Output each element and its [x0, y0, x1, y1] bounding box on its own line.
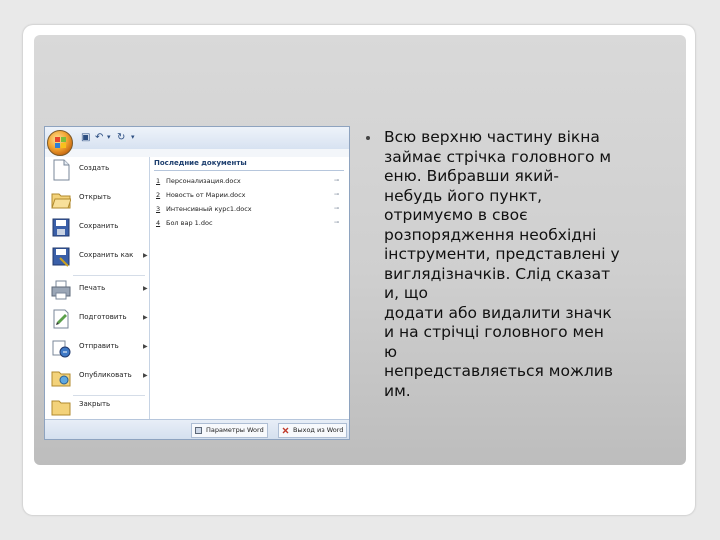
- recent-document-number: 2: [156, 191, 161, 199]
- text-line: непредставляється можлив: [384, 362, 614, 380]
- menu-item-label: Сохранить как: [79, 251, 134, 259]
- menu-item-save-as[interactable]: Сохранить как ▶: [49, 244, 149, 272]
- recent-document-name: Новость от Марии.docx: [166, 191, 246, 199]
- menu-item-label: Создать: [79, 164, 110, 172]
- text-line: ю: [384, 342, 398, 361]
- close-folder-icon: [51, 400, 71, 416]
- word-options-label: Параметры Word: [206, 426, 264, 434]
- menu-item-print[interactable]: Печать ▶: [49, 277, 149, 305]
- submenu-arrow-icon: ▶: [143, 343, 148, 350]
- menu-item-save[interactable]: Сохранить: [49, 215, 149, 243]
- office-logo-icon: [55, 137, 66, 148]
- menu-item-label: Опубликовать: [79, 371, 132, 379]
- save-icon[interactable]: ▣: [81, 132, 92, 143]
- recent-document-name: Интенсивный курс1.docx: [166, 205, 252, 213]
- text-line: Всю верхню частину вікна: [384, 128, 600, 146]
- recent-document-item[interactable]: 1 Персонализация.docx ⊸: [156, 177, 346, 189]
- save-as-icon: [52, 247, 70, 267]
- menu-bottom-bar: Параметры Word Выход из Word: [45, 419, 349, 439]
- recent-document-name: Персонализация.docx: [166, 177, 241, 185]
- save-icon: [52, 218, 70, 237]
- customize-toolbar-icon[interactable]: ▾: [131, 132, 142, 143]
- office-menu-screenshot: ▣ ↶ ▾ ↻ ▾ Создать Открыть Сохранить Сохр…: [44, 126, 350, 440]
- menu-item-label: Подготовить: [79, 313, 127, 321]
- quick-access-toolbar: ▣ ↶ ▾ ↻ ▾: [45, 127, 349, 150]
- text-line: розпорядження необхідні: [384, 225, 597, 244]
- text-line: інструменти, представлені у: [384, 245, 620, 263]
- menu-commands: Создать Открыть Сохранить Сохранить как …: [45, 157, 150, 419]
- submenu-arrow-icon: ▶: [143, 314, 148, 321]
- recent-document-item[interactable]: 3 Интенсивный курс1.docx ⊸: [156, 205, 346, 217]
- pin-icon[interactable]: ⊸: [334, 191, 339, 198]
- text-line: им.: [384, 381, 411, 400]
- menu-item-prepare[interactable]: Подготовить ▶: [49, 306, 149, 334]
- text-line: и, що: [384, 284, 429, 302]
- text-line: отримуємо в своє: [384, 206, 528, 224]
- pin-icon[interactable]: ⊸: [334, 205, 339, 212]
- open-folder-icon: [51, 193, 71, 209]
- menu-item-close[interactable]: Закрыть: [49, 393, 149, 421]
- text-line: еню. Вибравши який-: [384, 167, 559, 185]
- send-icon: [52, 340, 71, 358]
- menu-item-label: Сохранить: [79, 222, 119, 230]
- pin-icon[interactable]: ⊸: [334, 219, 339, 226]
- recent-documents-title: Последние документы: [154, 159, 247, 167]
- office-button[interactable]: [47, 130, 73, 156]
- divider: [154, 170, 344, 171]
- menu-item-label: Отправить: [79, 342, 119, 350]
- undo-icon[interactable]: ↶: [95, 132, 106, 143]
- menu-item-new[interactable]: Создать: [49, 157, 149, 185]
- menu-item-publish[interactable]: Опубликовать ▶: [49, 364, 149, 392]
- menu-item-label: Закрыть: [79, 400, 111, 408]
- close-icon: [282, 427, 289, 434]
- menu-item-label: Печать: [79, 284, 106, 292]
- recent-document-number: 4: [156, 219, 161, 227]
- publish-icon: [51, 371, 71, 387]
- recent-document-item[interactable]: 2 Новость от Марии.docx ⊸: [156, 191, 346, 203]
- menu-item-send[interactable]: Отправить ▶: [49, 335, 149, 363]
- bullet-icon: [366, 136, 370, 140]
- options-icon: [195, 427, 202, 434]
- prepare-icon: [53, 309, 69, 329]
- menu-item-open[interactable]: Открыть: [49, 186, 149, 214]
- exit-word-label: Выход из Word: [293, 426, 344, 434]
- bullet-paragraph: Всю верхню частину вікна займає стрічка …: [384, 128, 684, 401]
- recent-document-item[interactable]: 4 Бол вар 1.doc ⊸: [156, 219, 346, 231]
- submenu-arrow-icon: ▶: [143, 252, 148, 259]
- menu-item-label: Открыть: [79, 193, 111, 201]
- submenu-arrow-icon: ▶: [143, 285, 148, 292]
- text-line: небудь його пункт,: [384, 186, 543, 205]
- printer-icon: [51, 280, 71, 300]
- recent-document-number: 3: [156, 205, 161, 213]
- menu-separator: [73, 275, 145, 276]
- office-menu: Создать Открыть Сохранить Сохранить как …: [45, 149, 349, 419]
- text-line: и на стрічці головного мен: [384, 323, 604, 341]
- recent-document-number: 1: [156, 177, 161, 185]
- submenu-arrow-icon: ▶: [143, 372, 148, 379]
- pin-icon[interactable]: ⊸: [334, 177, 339, 184]
- recent-documents-panel: Последние документы 1 Персонализация.doc…: [150, 157, 349, 419]
- text-line: додати або видалити значк: [384, 303, 612, 322]
- exit-word-button[interactable]: Выход из Word: [278, 423, 348, 438]
- redo-icon[interactable]: ↻: [117, 132, 128, 143]
- text-line: займає стрічка головного м: [384, 147, 612, 166]
- new-document-icon: [53, 159, 70, 181]
- word-options-button[interactable]: Параметры Word: [191, 423, 268, 438]
- text-line: виглядізначків. Слід сказат: [384, 264, 611, 283]
- recent-document-name: Бол вар 1.doc: [166, 219, 213, 227]
